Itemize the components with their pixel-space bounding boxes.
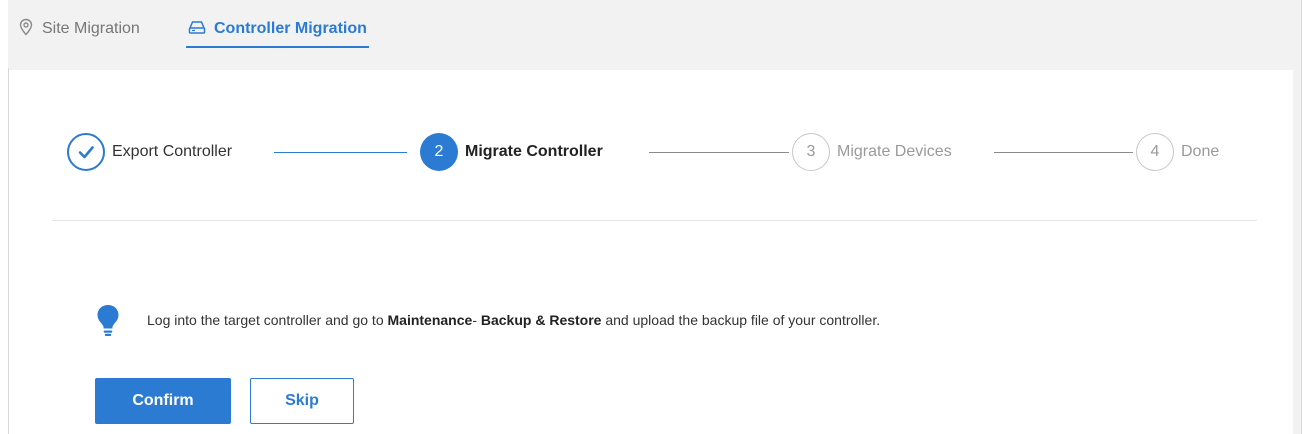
instruction-notice: Log into the target controller and go to… bbox=[95, 303, 880, 337]
step-done: 4 Done bbox=[1136, 133, 1219, 171]
notice-text: Log into the target controller and go to… bbox=[147, 312, 880, 328]
lightbulb-icon bbox=[95, 303, 121, 337]
skip-button[interactable]: Skip bbox=[250, 378, 354, 424]
step-number: 4 bbox=[1136, 133, 1174, 171]
divider bbox=[52, 220, 1257, 221]
step-number: 2 bbox=[420, 133, 458, 171]
location-pin-icon bbox=[18, 18, 34, 41]
confirm-button[interactable]: Confirm bbox=[95, 378, 231, 424]
step-label: Export Controller bbox=[112, 143, 233, 160]
step-label: Migrate Controller bbox=[465, 143, 603, 160]
step-connector bbox=[649, 152, 789, 153]
step-label: Done bbox=[1181, 143, 1220, 160]
step-number: 3 bbox=[792, 133, 830, 171]
notice-separator: - bbox=[472, 312, 481, 328]
step-migrate-controller: 2 Migrate Controller bbox=[420, 133, 603, 171]
step-connector bbox=[274, 152, 407, 153]
step-label: Migrate Devices bbox=[837, 143, 952, 160]
notice-backup-restore: Backup & Restore bbox=[480, 312, 602, 328]
notice-prefix: Log into the target controller and go to bbox=[147, 312, 388, 328]
migration-panel: Export Controller 2 Migrate Controller 3… bbox=[9, 70, 1293, 434]
tab-controller-migration[interactable]: Controller Migration bbox=[186, 14, 369, 48]
controller-icon bbox=[188, 19, 206, 40]
step-migrate-devices: 3 Migrate Devices bbox=[792, 133, 952, 171]
step-connector bbox=[994, 152, 1133, 153]
notice-suffix: and upload the backup file of your contr… bbox=[601, 312, 881, 328]
step-export-controller: Export Controller bbox=[67, 133, 232, 171]
tab-site-migration[interactable]: Site Migration bbox=[18, 14, 140, 44]
step-indicator: Export Controller 2 Migrate Controller 3… bbox=[67, 133, 1247, 179]
tab-bar: Site Migration Controller Migration bbox=[8, 0, 1294, 68]
tab-site-migration-label: Site Migration bbox=[42, 20, 140, 37]
tab-controller-migration-label: Controller Migration bbox=[214, 20, 367, 37]
check-icon bbox=[67, 133, 105, 171]
notice-maintenance: Maintenance bbox=[387, 312, 473, 328]
